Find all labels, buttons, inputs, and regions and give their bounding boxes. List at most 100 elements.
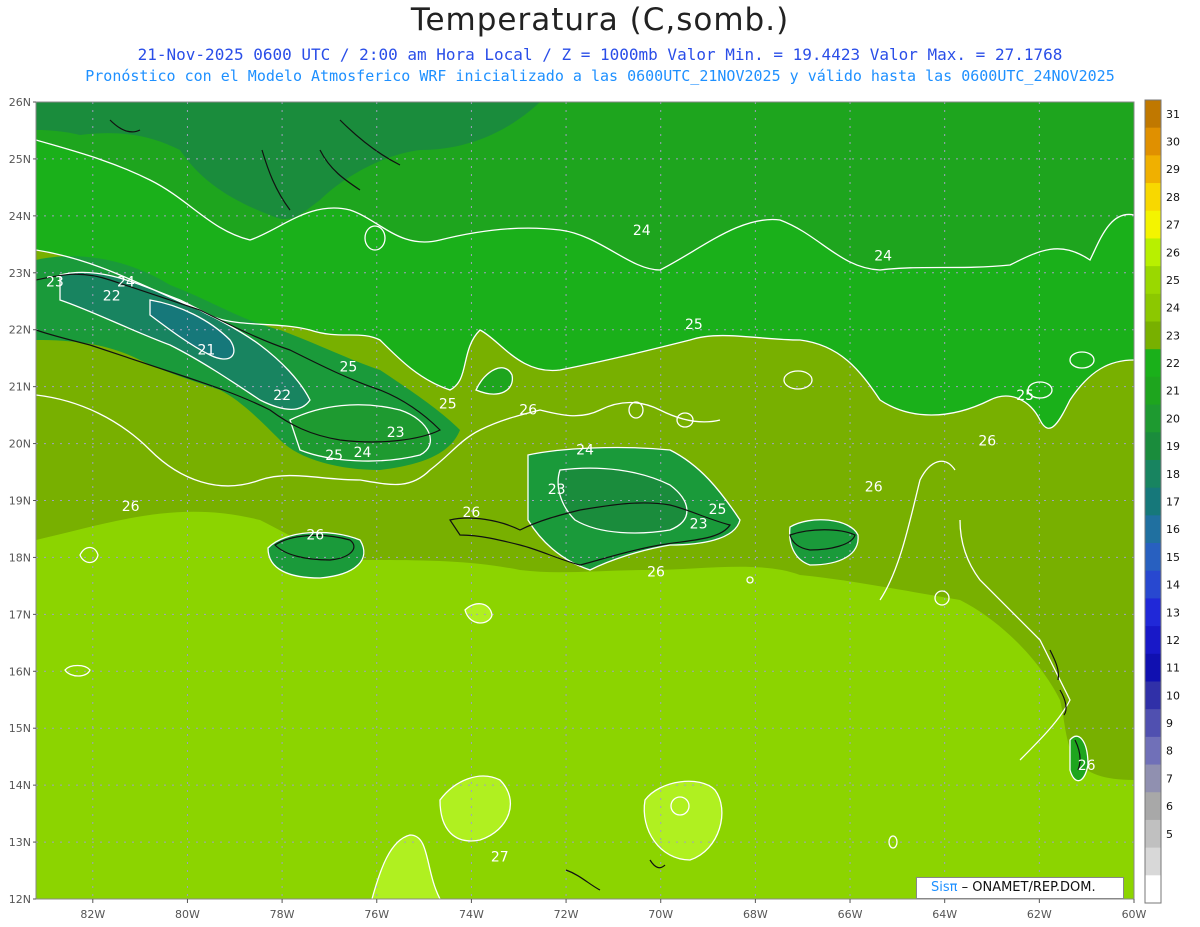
longitude-label: 74W	[459, 908, 484, 921]
credit-org: – ONAMET/REP.DOM.	[961, 880, 1096, 895]
contour-label: 23	[387, 425, 405, 441]
colorbar-swatch	[1145, 819, 1161, 849]
latitude-label: 15N	[9, 722, 31, 735]
latitude-labels: 26N 25N 24N 23N 22N 21N 20N 19N 18N 17N 16N 15N 14N 1…	[9, 96, 36, 906]
latitude-label: 12N	[9, 893, 31, 906]
colorbar-swatch	[1145, 293, 1161, 323]
latitude-label: 21N	[9, 381, 31, 394]
colorbar-label: 14	[1166, 579, 1180, 592]
credit-sis: Sis	[931, 880, 950, 895]
colorbar-label: 9	[1166, 717, 1173, 730]
longitude-label: 76W	[364, 908, 389, 921]
contour-label: 26	[978, 434, 996, 450]
latitude-label: 23N	[9, 267, 31, 280]
contour-label: 24	[633, 223, 651, 239]
longitude-label: 82W	[80, 908, 105, 921]
colorbar-swatch	[1145, 127, 1161, 156]
colorbar-swatch	[1145, 764, 1161, 793]
colorbar-swatch	[1145, 100, 1161, 129]
colorbar-swatch	[1145, 349, 1161, 378]
longitude-label: 60W	[1122, 908, 1147, 921]
contour-label: 25	[1016, 388, 1034, 404]
colorbar-label: 25	[1166, 274, 1180, 287]
colorbar-swatch	[1145, 515, 1161, 544]
colorbar-swatch	[1145, 376, 1161, 406]
longitude-labels: 82W 80W 78W 76W 74W 72W 70W 68W 66W 64W 62W 60W	[80, 899, 1147, 921]
longitude-label: 72W	[554, 908, 579, 921]
contour-label: 25	[439, 397, 457, 413]
temperature-map: 2424252524232221222525 262325 242626262423…	[9, 96, 1180, 921]
contour-label: 23	[46, 274, 64, 290]
colorbar-swatch	[1145, 404, 1161, 433]
colorbar-label: 22	[1166, 357, 1180, 370]
colorbar-swatch	[1145, 598, 1161, 627]
colorbar-swatch	[1145, 432, 1161, 461]
contour-label: 23	[690, 516, 708, 532]
colorbar-swatch	[1145, 487, 1161, 516]
longitude-label: 66W	[838, 908, 863, 921]
colorbar-swatch	[1145, 321, 1161, 350]
colorbar: 31 30 29 28 27 26 25 24 23 22 21 20 19 18 17 16 15 14 13 12…	[1144, 99, 1180, 904]
contour-label: 26	[122, 499, 140, 515]
colorbar-swatch	[1145, 653, 1161, 682]
colorbar-swatch	[1145, 543, 1161, 572]
longitude-label: 62W	[1027, 908, 1052, 921]
longitude-label: 70W	[648, 908, 673, 921]
contour-label: 26	[462, 505, 480, 521]
contour-label: 26	[519, 402, 537, 418]
colorbar-swatch	[1145, 736, 1161, 766]
contour-label: 22	[103, 289, 121, 305]
colorbar-swatch	[1145, 155, 1161, 184]
colorbar-label: 24	[1166, 302, 1180, 315]
latitude-label: 26N	[9, 96, 31, 109]
colorbar-swatch	[1145, 847, 1161, 876]
longitude-label: 64W	[932, 908, 957, 921]
colorbar-swatch	[1145, 459, 1161, 489]
colorbar-label: 27	[1166, 219, 1180, 232]
colorbar-label: 31	[1166, 108, 1180, 121]
contour-label: 24	[354, 445, 372, 461]
latitude-label: 20N	[9, 438, 31, 451]
colorbar-label: 7	[1166, 772, 1173, 785]
contour-label: 25	[325, 448, 343, 464]
colorbar-label: 19	[1166, 440, 1180, 453]
colorbar-swatch	[1145, 570, 1161, 599]
contour-label: 26	[306, 528, 324, 544]
latitude-label: 22N	[9, 324, 31, 337]
colorbar-label: 16	[1166, 523, 1180, 536]
contour-label: 21	[197, 343, 215, 359]
contour-label: 25	[709, 502, 727, 518]
colorbar-label: 18	[1166, 468, 1180, 481]
longitude-label: 78W	[270, 908, 295, 921]
colorbar-swatch	[1145, 709, 1161, 738]
contour-label: 23	[548, 482, 566, 498]
contour-label: 24	[874, 249, 892, 265]
contour-label: 25	[685, 317, 703, 333]
colorbar-label: 30	[1166, 136, 1180, 149]
colorbar-label: 13	[1166, 606, 1180, 619]
colorbar-label: 10	[1166, 689, 1180, 702]
colorbar-swatch	[1145, 266, 1161, 295]
latitude-label: 14N	[9, 779, 31, 792]
colorbar-label: 6	[1166, 800, 1173, 813]
contour-label: 26	[865, 479, 883, 495]
colorbar-label: 8	[1166, 745, 1173, 758]
contour-label: 26	[1078, 758, 1096, 774]
colorbar-swatch	[1145, 183, 1161, 212]
latitude-label: 17N	[9, 608, 31, 621]
colorbar-label: 11	[1166, 662, 1180, 675]
colorbar-swatch	[1145, 681, 1161, 710]
colorbar-swatch	[1145, 792, 1161, 821]
colorbar-swatch	[1145, 210, 1161, 239]
credit-box: Sisπ – ONAMET/REP.DOM.	[916, 877, 1124, 899]
contour-label: 26	[647, 565, 665, 581]
longitude-label: 80W	[175, 908, 200, 921]
latitude-label: 18N	[9, 551, 31, 564]
colorbar-label: 5	[1166, 828, 1173, 841]
latitude-label: 19N	[9, 495, 31, 508]
colorbar-swatch	[1145, 626, 1161, 655]
colorbar-label: 15	[1166, 551, 1180, 564]
colorbar-label: 12	[1166, 634, 1180, 647]
colorbar-label: 21	[1166, 385, 1180, 398]
colorbar-swatch	[1145, 238, 1161, 267]
